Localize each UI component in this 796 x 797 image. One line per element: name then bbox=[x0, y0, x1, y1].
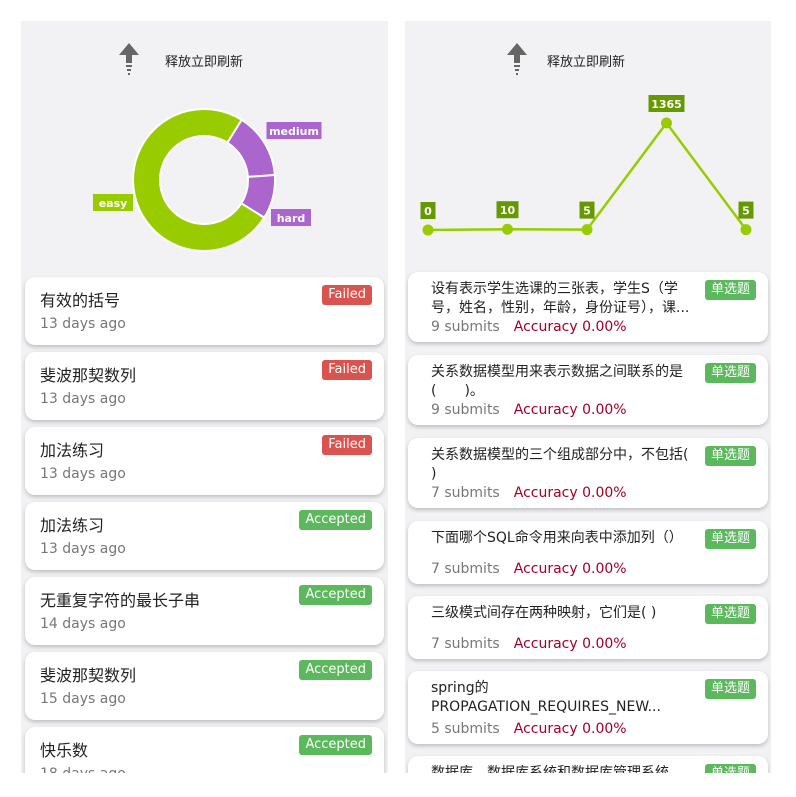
accuracy: Accuracy 0.00% bbox=[513, 636, 627, 652]
question-type-badge: 单选题 bbox=[704, 529, 756, 549]
question-title: 三级模式间存在两种映射，它们是( ) bbox=[431, 605, 657, 621]
submission-item[interactable]: 无重复字符的最长子串 14 days ago Accepted bbox=[25, 577, 384, 645]
question-type-badge: 单选题 bbox=[704, 604, 756, 624]
submit-count: 7 submits bbox=[431, 561, 500, 577]
submission-title: 斐波那契数列 bbox=[40, 666, 137, 685]
question-item[interactable]: 关系数据模型用来表示数据之间联系的是( )。 9 submits Accuracy … bbox=[408, 355, 768, 425]
question-meta: 7 submits Accuracy 0.00% bbox=[431, 561, 627, 577]
question-item[interactable]: 下面哪个SQL命令用来向表中添加列（） 7 submits Accuracy 0.0… bbox=[408, 521, 768, 584]
submission-time: 15 days ago bbox=[40, 691, 126, 707]
svg-text:1365: 1365 bbox=[651, 98, 682, 111]
svg-text:medium: medium bbox=[269, 125, 319, 138]
donut-label-easy: easy bbox=[93, 194, 133, 211]
chart-data-label: 5 bbox=[738, 201, 754, 219]
submission-title: 有效的括号 bbox=[40, 291, 121, 310]
submission-title: 加法练习 bbox=[40, 516, 105, 535]
submission-item[interactable]: 快乐数 18 days ago Accepted bbox=[25, 727, 384, 773]
question-title: 下面哪个SQL命令用来向表中添加列（） bbox=[431, 530, 683, 546]
submission-item[interactable]: 有效的括号 13 days ago Failed bbox=[25, 277, 384, 345]
submission-item[interactable]: 斐波那契数列 15 days ago Accepted bbox=[25, 652, 384, 720]
status-badge: Accepted bbox=[299, 735, 372, 755]
donut-label-medium: medium bbox=[266, 122, 322, 139]
submission-title: 快乐数 bbox=[40, 741, 89, 760]
question-type-badge: 单选题 bbox=[704, 280, 756, 300]
left-panel: 释放立即刷新 medium hard easy 有效的括号 13 days ago Fa… bbox=[21, 21, 388, 773]
svg-text:easy: easy bbox=[99, 197, 128, 210]
question-item[interactable]: 设有表示学生选课的三张表，学生S（学号，姓名，性别，年龄，身份证号），课... 9… bbox=[408, 272, 768, 342]
chart-point bbox=[661, 117, 672, 129]
question-type-badge: 单选题 bbox=[704, 446, 756, 466]
chart-data-label: 1365 bbox=[648, 95, 685, 112]
svg-text:0: 0 bbox=[424, 205, 432, 218]
status-badge: Failed bbox=[322, 285, 372, 305]
submission-item[interactable]: 加法练习 13 days ago Failed bbox=[25, 427, 384, 495]
accuracy: Accuracy 0.00% bbox=[513, 319, 627, 335]
question-item[interactable]: spring的PROPAGATION_REQUIRES_NEW... 5 subm… bbox=[408, 671, 768, 744]
submission-time: 14 days ago bbox=[40, 616, 126, 632]
submission-title: 斐波那契数列 bbox=[40, 366, 137, 385]
question-item[interactable]: 数据库、数据库系统和数据库管理系统 单选题 bbox=[408, 756, 768, 773]
difficulty-donut-chart: medium hard easy bbox=[93, 108, 322, 252]
question-title: 关系数据模型用来表示数据之间联系的是( )。 bbox=[431, 364, 683, 399]
accuracy: Accuracy 0.00% bbox=[513, 721, 627, 737]
question-type-badge: 单选题 bbox=[704, 679, 756, 699]
chart-data-label: 0 bbox=[420, 202, 436, 219]
donut-label-hard: hard bbox=[271, 209, 311, 226]
question-meta: 5 submits Accuracy 0.00% bbox=[431, 721, 627, 737]
svg-text:5: 5 bbox=[742, 205, 750, 218]
submission-title: 无重复字符的最长子串 bbox=[40, 591, 201, 610]
chart-point bbox=[740, 224, 752, 236]
submission-item[interactable]: 斐波那契数列 13 days ago Failed bbox=[25, 352, 384, 420]
right-panel: 释放立即刷新 0 10 5 1365 5 设有表示学生选课的三张表，学生S（学号，姓名，… bbox=[405, 21, 771, 773]
submission-time: 13 days ago bbox=[40, 316, 126, 332]
submit-count: 7 submits bbox=[431, 636, 500, 652]
svg-text:10: 10 bbox=[500, 204, 516, 217]
submission-time: 18 days ago bbox=[40, 766, 126, 773]
question-title: 设有表示学生选课的三张表，学生S（学号，姓名，性别，年龄，身份证号），课... bbox=[431, 281, 690, 316]
question-meta: 9 submits Accuracy 0.00% bbox=[431, 402, 627, 418]
status-badge: Accepted bbox=[299, 510, 372, 530]
question-type-badge: 单选题 bbox=[704, 764, 756, 773]
question-item[interactable]: 关系数据模型的三个组成部分中，不包括( ) 7 submits Accuracy 0… bbox=[408, 438, 768, 508]
submission-time: 13 days ago bbox=[40, 466, 126, 482]
chart-data-label: 5 bbox=[579, 201, 595, 219]
question-title: 数据库、数据库系统和数据库管理系统 bbox=[431, 765, 669, 773]
accuracy: Accuracy 0.00% bbox=[513, 561, 627, 577]
question-item[interactable]: 三级模式间存在两种映射，它们是( ) 7 submits Accuracy 0.00… bbox=[408, 596, 768, 659]
submission-time: 13 days ago bbox=[40, 541, 126, 557]
chart-point bbox=[422, 224, 434, 236]
question-type-badge: 单选题 bbox=[704, 363, 756, 383]
status-badge: Accepted bbox=[299, 585, 372, 605]
accuracy: Accuracy 0.00% bbox=[513, 485, 627, 501]
svg-text:hard: hard bbox=[277, 212, 306, 225]
chart-data-label: 10 bbox=[496, 201, 519, 219]
chart-point bbox=[502, 223, 513, 235]
submission-time: 13 days ago bbox=[40, 391, 126, 407]
question-meta: 9 submits Accuracy 0.00% bbox=[431, 319, 627, 335]
svg-text:5: 5 bbox=[583, 205, 591, 218]
status-badge: Accepted bbox=[299, 660, 372, 680]
status-badge: Failed bbox=[322, 435, 372, 455]
submit-line-chart: 0 10 5 1365 5 bbox=[420, 95, 754, 236]
submit-count: 9 submits bbox=[431, 319, 500, 335]
submit-count: 9 submits bbox=[431, 402, 500, 418]
submission-title: 加法练习 bbox=[40, 441, 105, 460]
submit-count: 5 submits bbox=[431, 721, 500, 737]
submit-count: 7 submits bbox=[431, 485, 500, 501]
question-meta: 7 submits Accuracy 0.00% bbox=[431, 485, 627, 501]
chart-point bbox=[581, 224, 593, 236]
status-badge: Failed bbox=[322, 360, 372, 380]
accuracy: Accuracy 0.00% bbox=[513, 402, 627, 418]
question-meta: 7 submits Accuracy 0.00% bbox=[431, 636, 627, 652]
submission-item[interactable]: 加法练习 13 days ago Accepted bbox=[25, 502, 384, 570]
question-title: spring的PROPAGATION_REQUIRES_NEW... bbox=[431, 680, 661, 715]
question-title: 关系数据模型的三个组成部分中，不包括( ) bbox=[431, 447, 689, 482]
